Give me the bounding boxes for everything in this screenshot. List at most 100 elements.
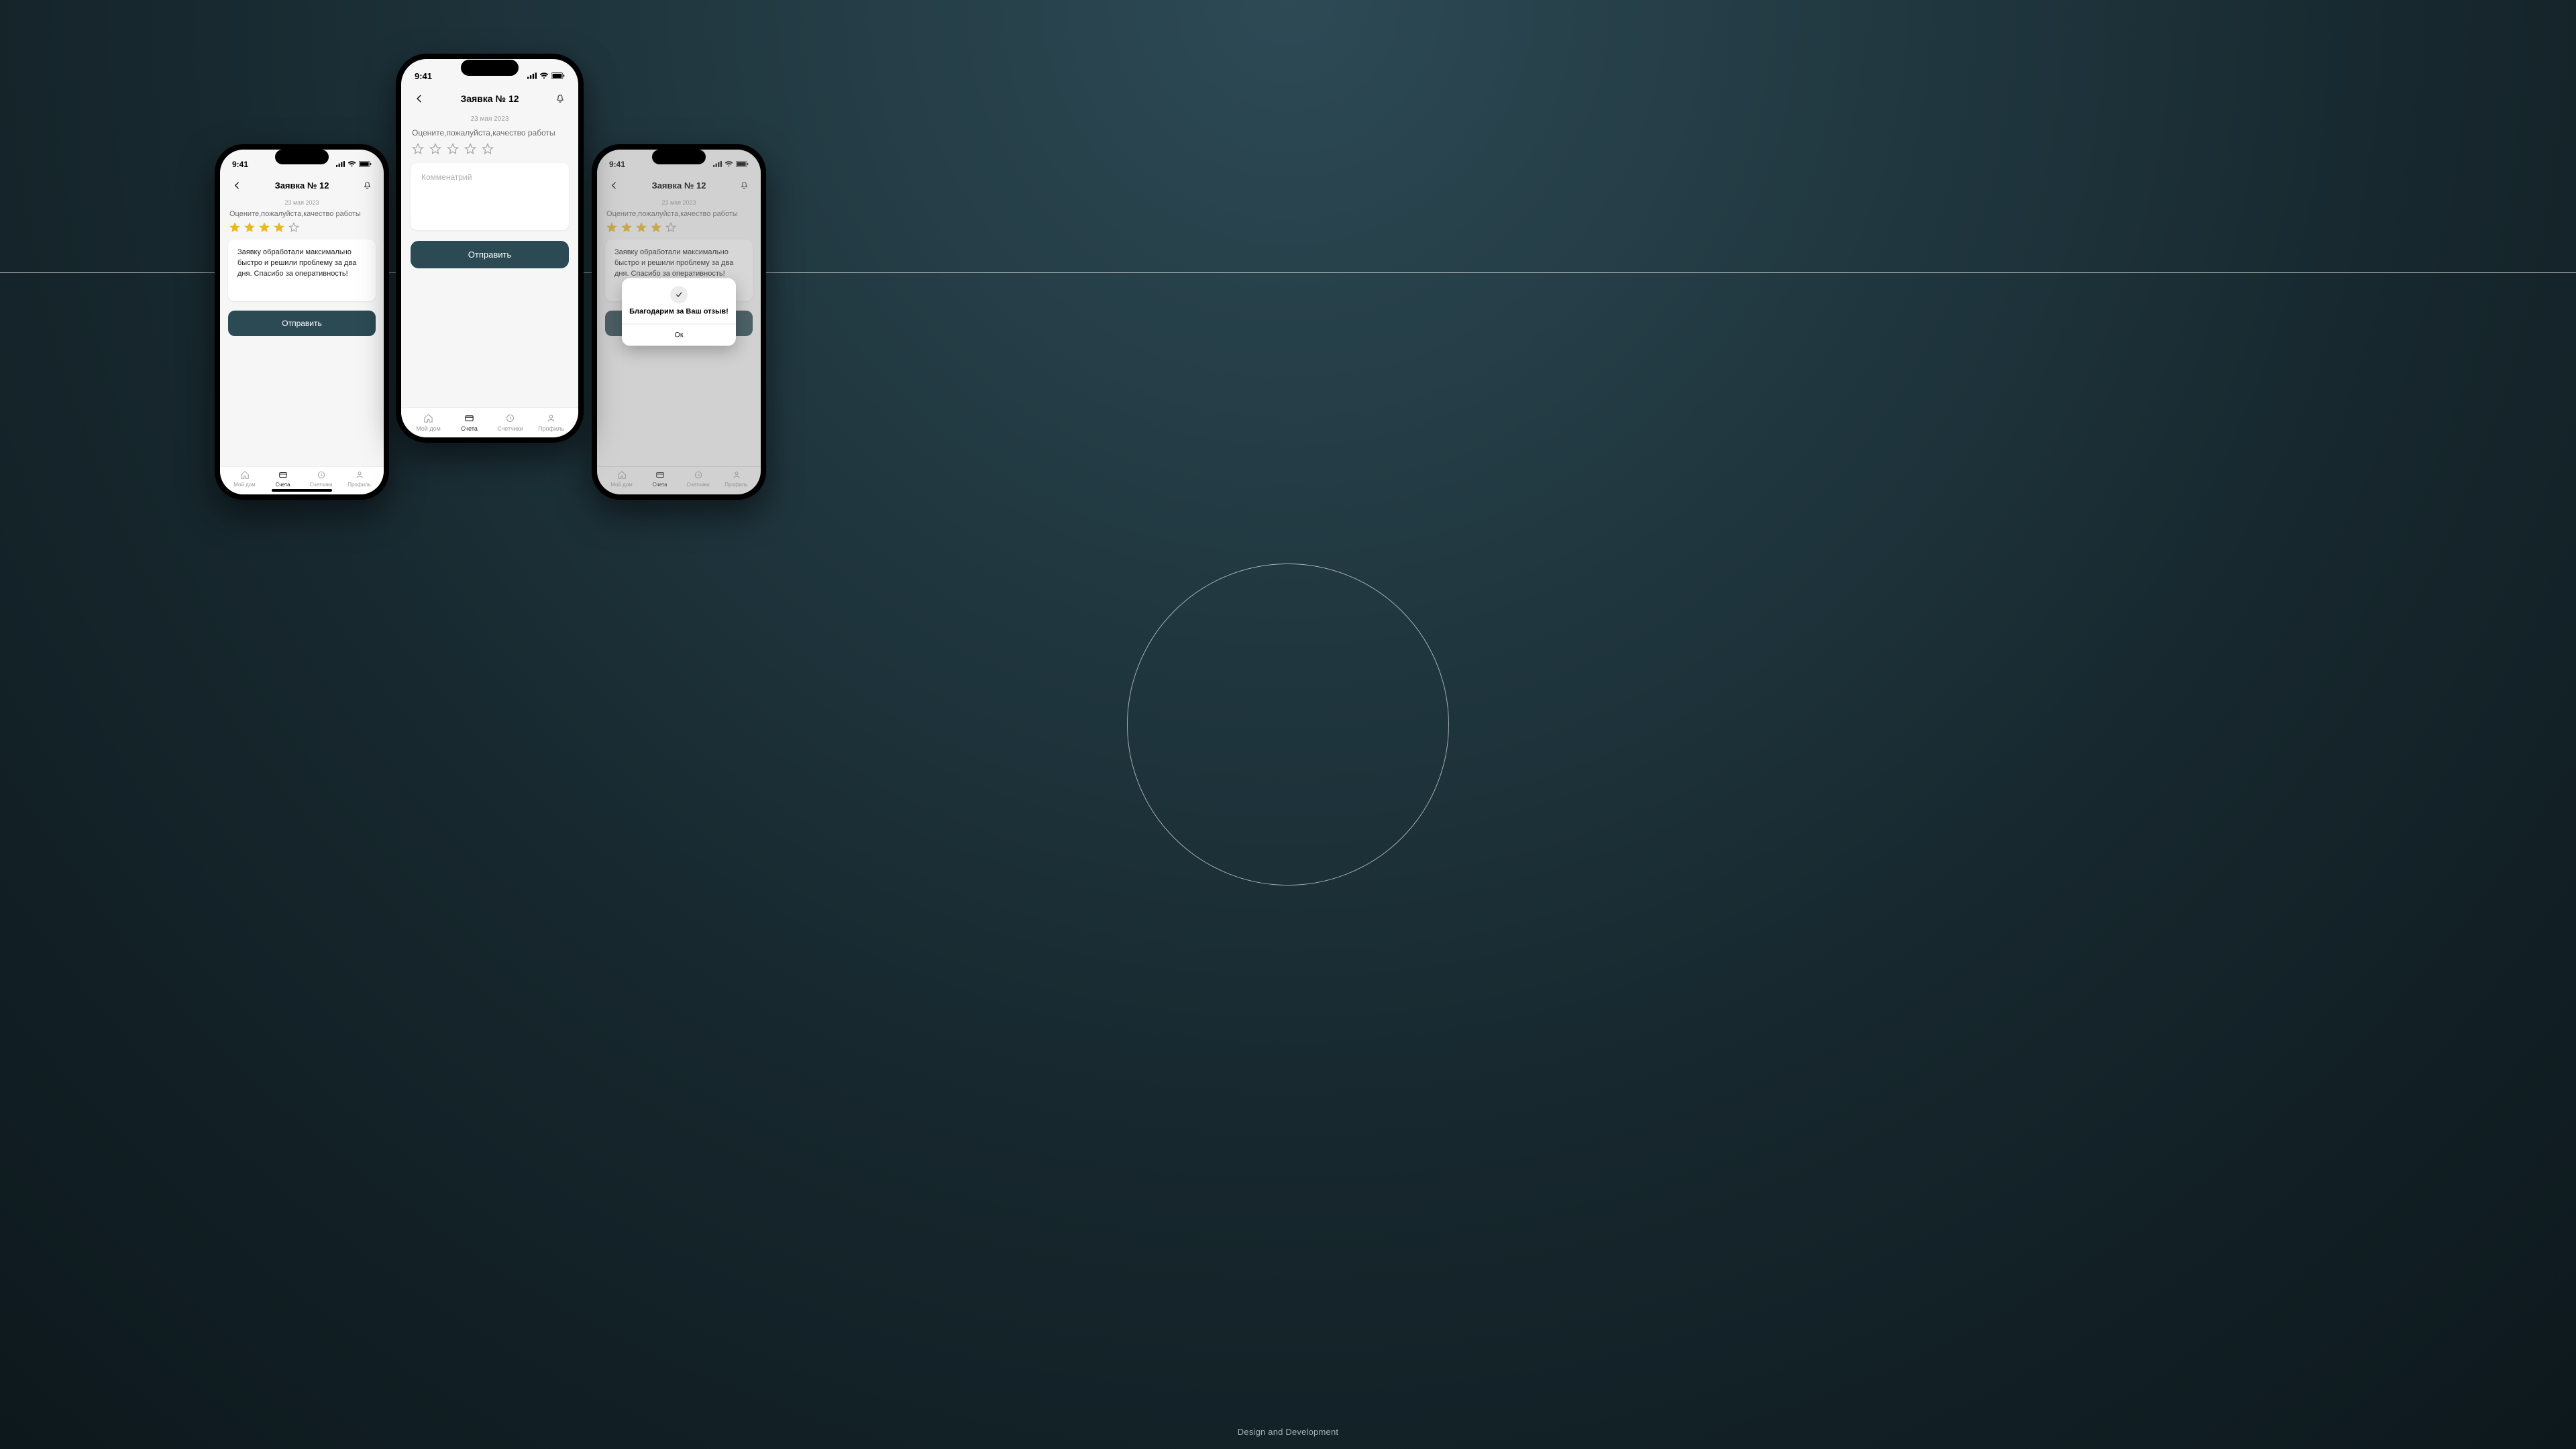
chevron-left-icon: [233, 181, 241, 190]
back-button[interactable]: [229, 178, 244, 193]
signal-icon: [527, 71, 537, 81]
star-4[interactable]: [464, 143, 476, 155]
rating-prompt: Оцените,пожалуйста,качество работы: [228, 210, 376, 218]
tab-bar: Мой дом Счета Счетчики Профиль: [401, 407, 578, 437]
user-icon: [717, 470, 755, 480]
tab-home[interactable]: Мой дом: [408, 412, 449, 432]
tab-home[interactable]: Мой дом: [225, 470, 264, 488]
tab-bills[interactable]: Счета: [449, 412, 490, 432]
home-icon: [602, 470, 641, 480]
card-icon: [641, 470, 679, 480]
star-4[interactable]: [651, 222, 661, 233]
home-indicator: [272, 489, 332, 492]
user-icon: [340, 470, 378, 480]
nav-row: Заявка № 12: [401, 86, 578, 110]
check-icon: [670, 286, 688, 303]
chevron-left-icon: [415, 94, 424, 103]
star-5[interactable]: [665, 222, 676, 233]
comment-text: Заявку обработали максимально быстро и р…: [614, 248, 743, 280]
clock-icon: [679, 470, 717, 480]
tab-meters[interactable]: Счетчики: [679, 470, 717, 488]
clock: 9:41: [609, 160, 625, 169]
star-3[interactable]: [259, 222, 270, 233]
bell-icon: [555, 94, 565, 103]
comment-input[interactable]: Заявку обработали максимально быстро и р…: [228, 239, 376, 301]
rating-stars[interactable]: [411, 143, 569, 155]
star-1[interactable]: [229, 222, 240, 233]
phone-center: 9:41 Заявка № 12 23 мая 2023 Оцените,п: [396, 54, 584, 443]
tab-home[interactable]: Мой дом: [602, 470, 641, 488]
tab-profile[interactable]: Профиль: [531, 412, 572, 432]
status-icons: [527, 71, 565, 81]
thankyou-modal: Благодарим за Ваш отзыв! Ок: [622, 278, 736, 345]
star-2[interactable]: [244, 222, 255, 233]
wifi-icon: [724, 160, 733, 169]
notifications-button[interactable]: [553, 91, 568, 106]
rating-prompt: Оцените,пожалуйста,качество работы: [411, 128, 569, 138]
bg-circle: [1127, 564, 1449, 885]
star-5[interactable]: [482, 143, 494, 155]
home-icon: [225, 470, 264, 480]
tab-profile[interactable]: Профиль: [340, 470, 378, 488]
screen-right: 9:41 Заявка № 12 23 мая 2023 Оцените,п: [597, 150, 761, 494]
content: 23 мая 2023 Оцените,пожалуйста,качество …: [401, 115, 578, 268]
dynamic-island: [461, 60, 519, 76]
tab-bills[interactable]: Счета: [264, 470, 302, 488]
star-3[interactable]: [636, 222, 647, 233]
battery-icon: [551, 71, 565, 81]
nav-row: Заявка № 12: [220, 174, 384, 195]
rating-prompt: Оцените,пожалуйста,качество работы: [605, 210, 753, 218]
page-title: Заявка № 12: [621, 180, 737, 191]
star-1[interactable]: [412, 143, 424, 155]
date-label: 23 мая 2023: [411, 115, 569, 123]
tab-meters[interactable]: Счетчики: [302, 470, 340, 488]
nav-row: Заявка № 12: [597, 174, 761, 195]
comment-input[interactable]: Комменатрий: [411, 163, 569, 230]
back-button[interactable]: [606, 178, 621, 193]
screen-left: 9:41 Заявка № 12 23 мая 2023 Оцените,п: [220, 150, 384, 494]
star-3[interactable]: [447, 143, 459, 155]
home-icon: [408, 412, 449, 424]
showcase-stage: 9:41 Заявка № 12 23 мая 2023 Оцените,п: [0, 0, 2576, 1449]
rating-stars[interactable]: [605, 222, 753, 233]
dynamic-island: [275, 150, 329, 164]
comment-placeholder: Комменатрий: [421, 172, 558, 182]
star-1[interactable]: [606, 222, 617, 233]
back-button[interactable]: [412, 91, 427, 106]
signal-icon: [713, 160, 722, 169]
modal-title: Благодарим за Ваш отзыв!: [622, 307, 736, 323]
star-2[interactable]: [429, 143, 441, 155]
content: 23 мая 2023 Оцените,пожалуйста,качество …: [220, 199, 384, 336]
notifications-button[interactable]: [360, 178, 374, 193]
tab-bar: Мой дом Счета Счетчики Профиль: [597, 466, 761, 494]
screen-center: 9:41 Заявка № 12 23 мая 2023 Оцените,п: [401, 59, 578, 437]
modal-ok-button[interactable]: Ок: [622, 323, 736, 345]
comment-text: Заявку обработали максимально быстро и р…: [237, 248, 366, 280]
phone-right: 9:41 Заявка № 12 23 мая 2023 Оцените,п: [592, 144, 766, 500]
submit-button[interactable]: Отправить: [228, 311, 376, 336]
star-4[interactable]: [274, 222, 284, 233]
notifications-button[interactable]: [737, 178, 751, 193]
card-icon: [449, 412, 490, 424]
user-icon: [531, 412, 572, 424]
tab-meters[interactable]: Счетчики: [490, 412, 531, 432]
card-icon: [264, 470, 302, 480]
wifi-icon: [347, 160, 356, 169]
battery-icon: [736, 160, 749, 169]
page-title: Заявка № 12: [244, 180, 360, 191]
submit-button[interactable]: Отправить: [411, 241, 569, 268]
rating-stars[interactable]: [228, 222, 376, 233]
clock: 9:41: [415, 71, 432, 81]
phone-left: 9:41 Заявка № 12 23 мая 2023 Оцените,п: [215, 144, 389, 500]
battery-icon: [359, 160, 372, 169]
page-title: Заявка № 12: [427, 93, 553, 104]
chevron-left-icon: [610, 181, 619, 190]
caption: Design and Development: [1238, 1427, 1338, 1437]
date-label: 23 мая 2023: [228, 199, 376, 206]
clock: 9:41: [232, 160, 248, 169]
star-5[interactable]: [288, 222, 299, 233]
star-2[interactable]: [621, 222, 632, 233]
tab-bills[interactable]: Счета: [641, 470, 679, 488]
tab-profile[interactable]: Профиль: [717, 470, 755, 488]
status-icons: [336, 160, 372, 169]
